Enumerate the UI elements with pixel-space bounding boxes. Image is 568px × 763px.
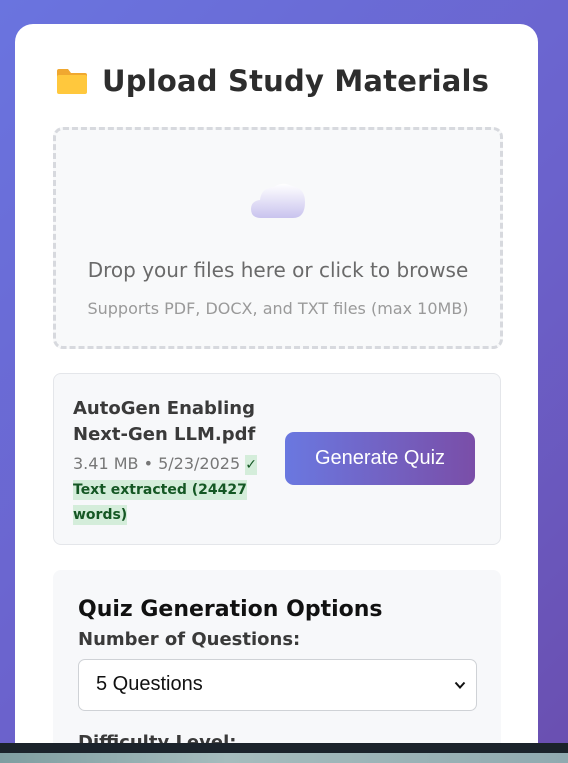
dropzone-instruction: Drop your files here or click to browse [87,258,469,282]
upload-header: Upload Study Materials [55,64,489,98]
page-title: Upload Study Materials [102,64,490,98]
taskbar-strip [0,753,568,763]
file-size-date: 3.41 MB • 5/23/2025 [73,454,241,473]
options-title: Quiz Generation Options [78,597,383,622]
questions-count-select[interactable]: 5 Questions [78,659,477,711]
upload-card: Upload Study Materials Drop your files h… [15,24,538,763]
questions-count-value: 5 Questions [96,673,203,695]
taskbar [0,743,568,763]
file-dropzone[interactable]: Drop your files here or click to browse … [53,127,503,349]
chevron-down-icon [454,681,466,689]
questions-count-label: Number of Questions: [78,629,301,650]
cloud-icon [251,183,305,218]
generate-quiz-button[interactable]: Generate Quiz [285,432,475,485]
uploaded-file-card: AutoGen Enabling Next-Gen LLM.pdf 3.41 M… [53,373,501,545]
quiz-options-panel: Quiz Generation Options Number of Questi… [53,570,501,763]
dropzone-supported-formats: Supports PDF, DOCX, and TXT files (max 1… [87,299,469,318]
file-meta: 3.41 MB • 5/23/2025 ✓ Text extracted (24… [73,452,273,527]
folder-icon [57,69,87,94]
file-name: AutoGen Enabling Next-Gen LLM.pdf [73,398,256,445]
